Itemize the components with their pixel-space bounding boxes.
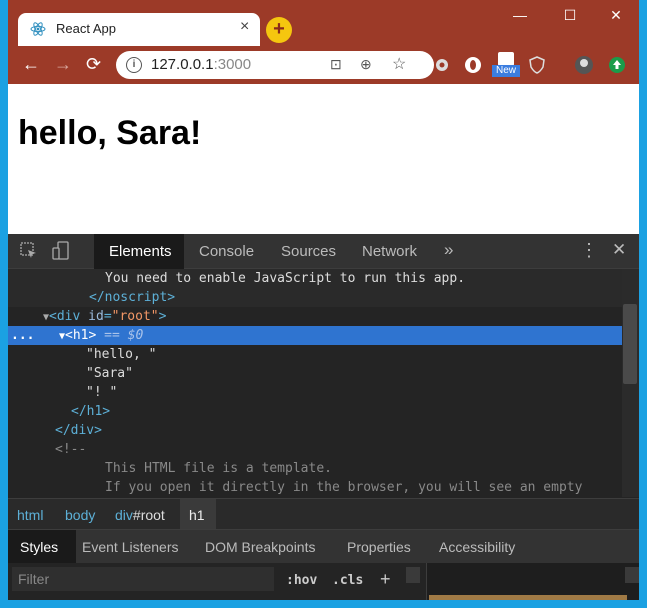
react-icon [30,22,46,36]
devtools-panel: Elements Console Sources Network » ⋮ ✕ Y… [8,234,639,600]
page-heading: hello, Sara! [18,114,202,152]
new-tab-button[interactable]: + [266,17,292,43]
device-toolbar-icon[interactable] [52,241,72,261]
styles-filter [12,567,274,591]
breadcrumb-html[interactable]: html [17,507,43,523]
dom-comment-open[interactable]: <!-- [8,440,622,459]
devtools-tabbar: Elements Console Sources Network » ⋮ ✕ [8,234,639,270]
tab-event-listeners[interactable]: Event Listeners [82,539,179,555]
dom-line-div-root[interactable]: ▼<div id="root"> [8,307,622,326]
breadcrumb: html body div#root h1 [8,498,639,529]
dom-line-h1-selected[interactable]: ... ▼<h1> == $0 [8,326,622,345]
browser-toolbar: ← → ⟳ i 127.0.0.1:3000 ⊡ ⊕ ☆ New [8,46,639,84]
dots-menu-icon: ... [11,328,35,343]
tab-properties[interactable]: Properties [347,539,411,555]
styles-scrollbar[interactable] [406,567,420,583]
bookmark-star-icon[interactable]: ☆ [392,54,406,74]
breadcrumb-body[interactable]: body [65,507,95,523]
styles-filter-input[interactable] [12,567,274,591]
browser-window: React App × + — ☐ ✕ ← → ⟳ i 127.0.0.1:30… [8,0,639,600]
hov-toggle[interactable]: :hov [286,573,317,588]
more-tabs-icon[interactable]: » [444,240,453,260]
dom-line-h1-close[interactable]: </h1> [8,402,622,421]
extension-icon [498,52,514,66]
title-bar: React App × + — ☐ ✕ [8,0,639,46]
new-badge: New [492,65,520,77]
dom-text-node[interactable]: "! " [8,383,622,402]
url-text[interactable]: 127.0.0.1:3000 [151,56,251,73]
dom-text-node[interactable]: "Sara" [8,364,622,383]
tab-dom-breakpoints[interactable]: DOM Breakpoints [205,539,315,555]
breadcrumb-h1[interactable]: h1 [189,507,205,523]
dom-tree[interactable]: You need to enable JavaScript to run thi… [8,269,622,497]
cls-toggle[interactable]: .cls [332,573,363,588]
dom-comment-text[interactable]: This HTML file is a template. [8,459,622,478]
tab-network[interactable]: Network [362,243,417,260]
opera-extension-icon[interactable] [464,56,482,74]
close-window-button[interactable]: ✕ [592,0,639,30]
expand-arrow-icon: ▼ [43,312,50,323]
new-extension[interactable]: New [492,52,520,78]
back-button[interactable]: ← [22,54,40,75]
tab-styles[interactable]: Styles [20,539,58,555]
dom-text-node[interactable]: "hello, " [8,345,622,364]
tab-react-app[interactable]: React App × [18,13,260,46]
gear-extension-icon[interactable] [433,56,451,74]
breadcrumb-div-root[interactable]: div#root [115,507,165,523]
address-bar[interactable]: i 127.0.0.1:3000 ⊡ ⊕ ☆ [116,51,434,79]
forward-button[interactable]: → [54,54,72,75]
tab-elements[interactable]: Elements [109,243,172,260]
zoom-icon[interactable]: ⊕ [360,56,372,73]
box-model-margin [429,595,627,600]
page-content: hello, Sara! [8,84,639,234]
devtools-close-icon[interactable]: ✕ [612,240,626,260]
tab-accessibility[interactable]: Accessibility [439,539,515,555]
devtools-menu-icon[interactable]: ⋮ [580,240,598,261]
dom-scroll-thumb[interactable] [623,304,637,384]
dom-line-noscript-close[interactable]: </noscript> [8,288,622,307]
shield-extension-icon[interactable] [528,56,546,74]
dom-comment-text[interactable]: If you open it directly in the browser, … [8,478,622,497]
tab-sources[interactable]: Sources [281,243,336,260]
profile-avatar[interactable] [574,55,594,75]
maximize-button[interactable]: ☐ [546,0,594,30]
inspect-element-icon[interactable] [20,242,38,260]
update-icon[interactable] [608,56,626,74]
tab-title: React App [56,21,116,36]
translate-icon[interactable]: ⊡ [330,56,342,73]
tab-close-icon[interactable]: × [240,18,249,36]
sidebar-tabbar: Styles Event Listeners DOM Breakpoints P… [8,529,639,563]
info-icon[interactable]: i [126,57,142,73]
reload-button[interactable]: ⟳ [86,54,101,75]
box-model-scrollbar[interactable] [625,567,639,583]
dom-line-div-close[interactable]: </div> [8,421,622,440]
dom-line-noscript-text[interactable]: You need to enable JavaScript to run thi… [8,269,622,288]
new-style-rule-button[interactable]: + [380,569,391,590]
minimize-button[interactable]: — [496,0,544,30]
box-model-preview [426,563,639,600]
tab-console[interactable]: Console [199,243,254,260]
